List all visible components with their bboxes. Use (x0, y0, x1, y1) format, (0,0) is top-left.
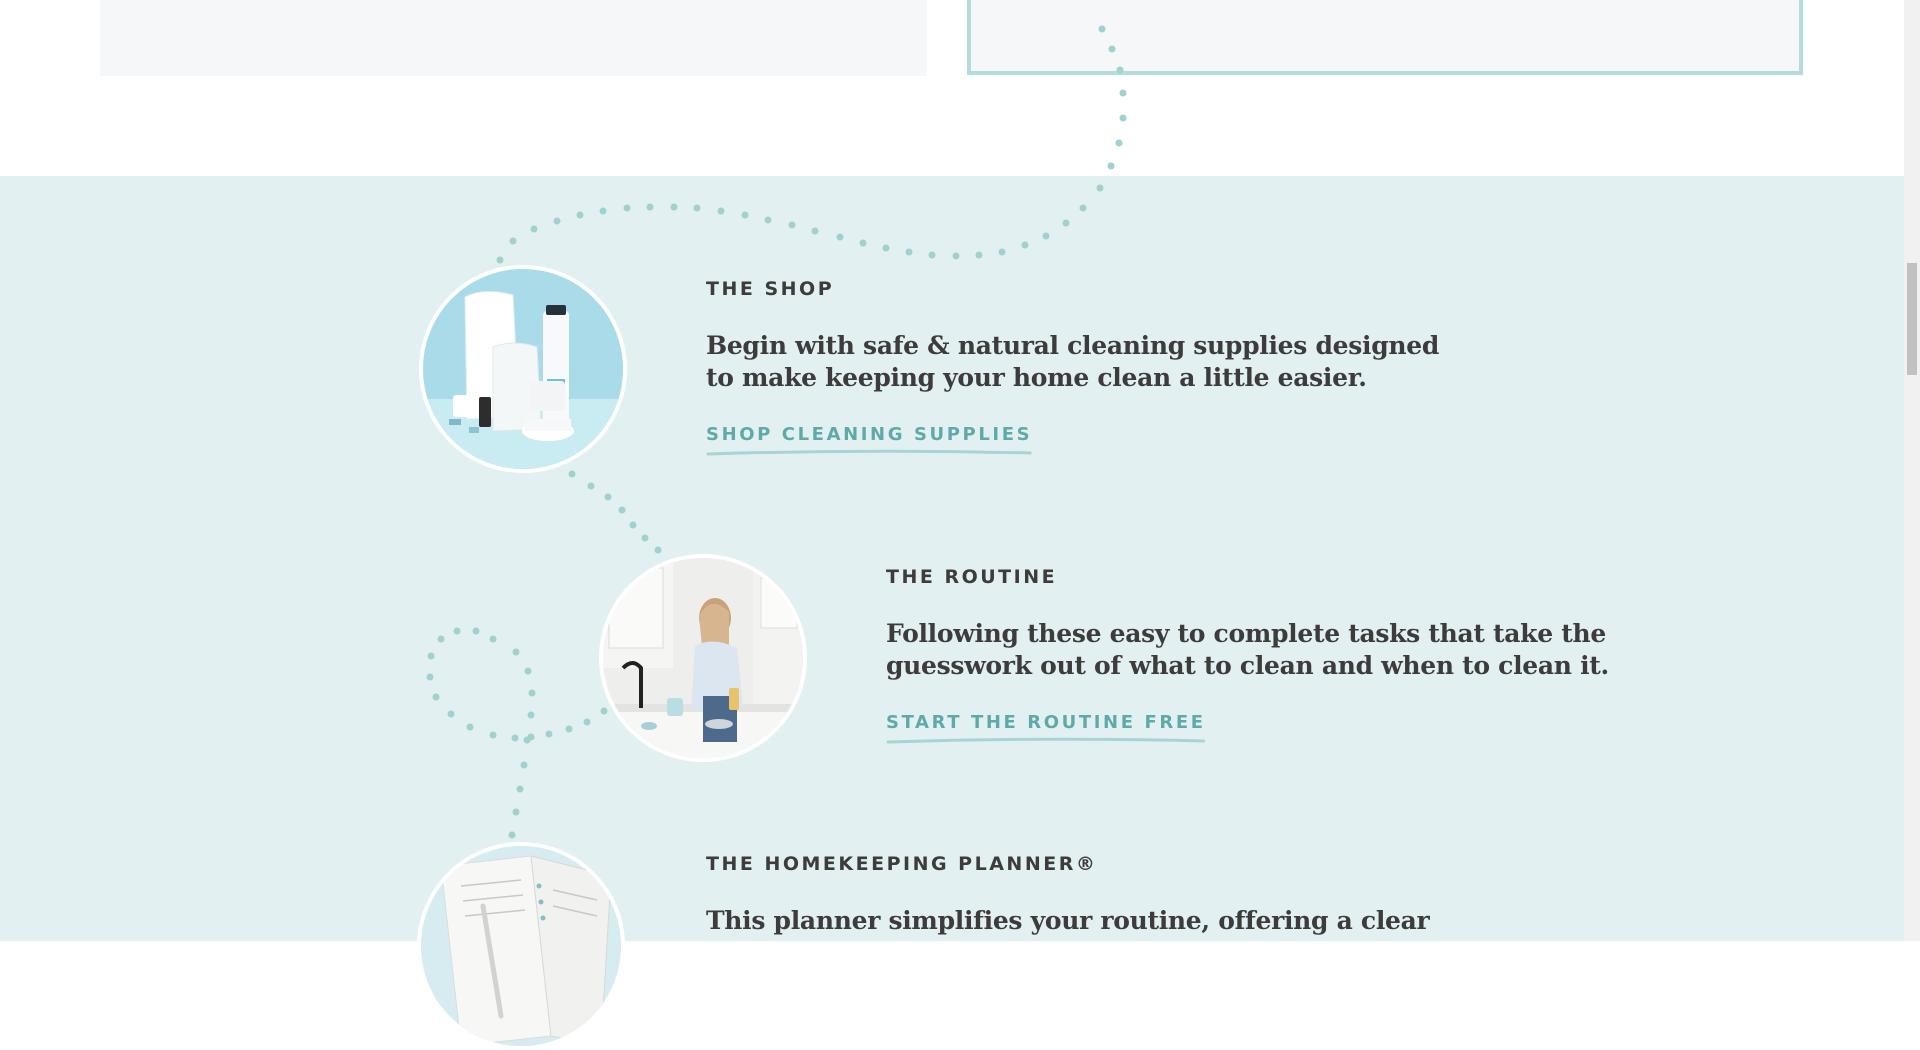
planner-image (417, 842, 625, 1050)
scrollbar-thumb[interactable] (1907, 263, 1917, 375)
step-shop: THE SHOP Begin with safe & natural clean… (706, 278, 1439, 456)
link-label: SHOP CLEANING SUPPLIES (706, 424, 1033, 445)
step-routine: THE ROUTINE Following these easy to comp… (886, 566, 1609, 744)
step-description: Begin with safe & natural cleaning suppl… (706, 330, 1439, 394)
step-description-line: This planner simplifies your routine, of… (706, 906, 1430, 935)
step-description-line: to make keeping your home clean a little… (706, 363, 1367, 392)
woman-cleaning-kitchen-photo (603, 558, 803, 758)
step-description-line: guesswork out of what to clean and when … (886, 651, 1609, 680)
planner-photo (421, 846, 621, 1046)
step-description: Following these easy to complete tasks t… (886, 618, 1609, 682)
step-eyebrow: THE ROUTINE (886, 566, 1058, 588)
link-underline (886, 737, 1206, 744)
step-eyebrow: THE SHOP (706, 278, 835, 300)
link-underline (706, 449, 1032, 456)
page-scrollbar[interactable] (1904, 0, 1920, 941)
start-the-routine-free-link[interactable]: START THE ROUTINE FREE (886, 712, 1206, 744)
step-description-line: Begin with safe & natural cleaning suppl… (706, 331, 1440, 360)
link-label: START THE ROUTINE FREE (886, 712, 1206, 733)
shop-cleaning-supplies-link[interactable]: SHOP CLEANING SUPPLIES (706, 424, 1033, 456)
cleaning-products-photo (423, 269, 623, 469)
step-eyebrow: THE HOMEKEEPING PLANNER® (706, 853, 1098, 875)
step-description-line: Following these easy to complete tasks t… (886, 619, 1606, 648)
shop-product-image (419, 265, 627, 473)
routine-image (599, 554, 807, 762)
card-left (100, 0, 927, 76)
step-planner: THE HOMEKEEPING PLANNER® This planner si… (706, 853, 1430, 937)
top-cards-section (0, 0, 1904, 176)
step-description: This planner simplifies your routine, of… (706, 905, 1430, 937)
card-right (967, 0, 1803, 75)
